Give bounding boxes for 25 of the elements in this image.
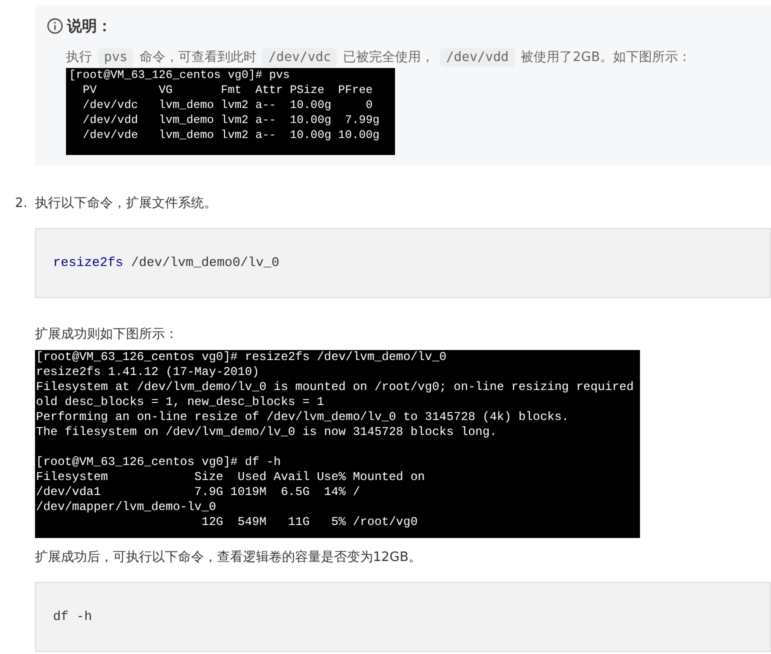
terminal-line: Filesystem Size Used Avail Use% Mounted on bbox=[36, 470, 425, 485]
terminal-line: Filesystem at /dev/lvm_demo/lv_0 is mounted on /root/vg0; on-line resizing required bbox=[36, 380, 634, 395]
terminal-line: [root@VM_63_126_centos vg0]# resize2fs /dev/lvm_demo/lv_0 bbox=[36, 350, 446, 365]
terminal-line: PV VG Fmt Attr PSize PFree bbox=[82, 82, 373, 98]
caption: 扩展成功则如下图所示： bbox=[35, 326, 179, 344]
terminal-line: /dev/vde lvm_demo lvm2 a-- 10.00g 10.00g bbox=[82, 128, 380, 142]
code-text: resize2fs /dev/lvm_demo0/lv_0 bbox=[53, 254, 280, 272]
step-text: 执行以下命令，扩展文件系统。 bbox=[35, 195, 217, 213]
terminal-line: /dev/vdc lvm_demo lvm2 a-- 10.00g 0 bbox=[82, 98, 373, 112]
caption: 扩展成功后，可执行以下命令，查看逻辑卷的容量是否变为12GB。 bbox=[35, 549, 423, 567]
terminal-line: 12G 549M 11G 5% /root/vg0 bbox=[200, 515, 418, 530]
note-title: 说明： bbox=[67, 16, 112, 37]
terminal-line: /dev/vdd lvm_demo lvm2 a-- 10.00g 7.99g bbox=[82, 112, 380, 128]
terminal-line: [root@VM_63_126_centos vg0]# pvs bbox=[69, 68, 290, 82]
terminal-line: /dev/vda1 7.9G 1019M 6.5G 14% / bbox=[36, 485, 360, 500]
terminal-line: The filesystem on /dev/lvm_demo/lv_0 is now 3145728 blocks long. bbox=[36, 425, 497, 440]
code-text: df -h bbox=[53, 608, 92, 626]
terminal-line: /dev/mapper/lvm_demo-lv_0 bbox=[36, 500, 216, 515]
terminal-line: [root@VM_63_126_centos vg0]# df -h bbox=[36, 455, 281, 470]
step-number: 2. bbox=[15, 195, 28, 213]
terminal-line: Performing an on-line resize of /dev/lvm_demo/lv_0 to 3145728 (4k) blocks. bbox=[36, 410, 569, 425]
terminal-line: resize2fs 1.41.12 (17-May-2010) bbox=[36, 365, 260, 380]
info-icon bbox=[47, 18, 63, 34]
note-paragraph: 执行 pvs 命令，可查看到此时 /dev/vdc 已被完全使用， /dev/vdd 被使用了2GB。如下图所示： bbox=[66, 48, 692, 68]
terminal-line: old desc_blocks = 1, new_desc_blocks = 1 bbox=[36, 395, 324, 410]
